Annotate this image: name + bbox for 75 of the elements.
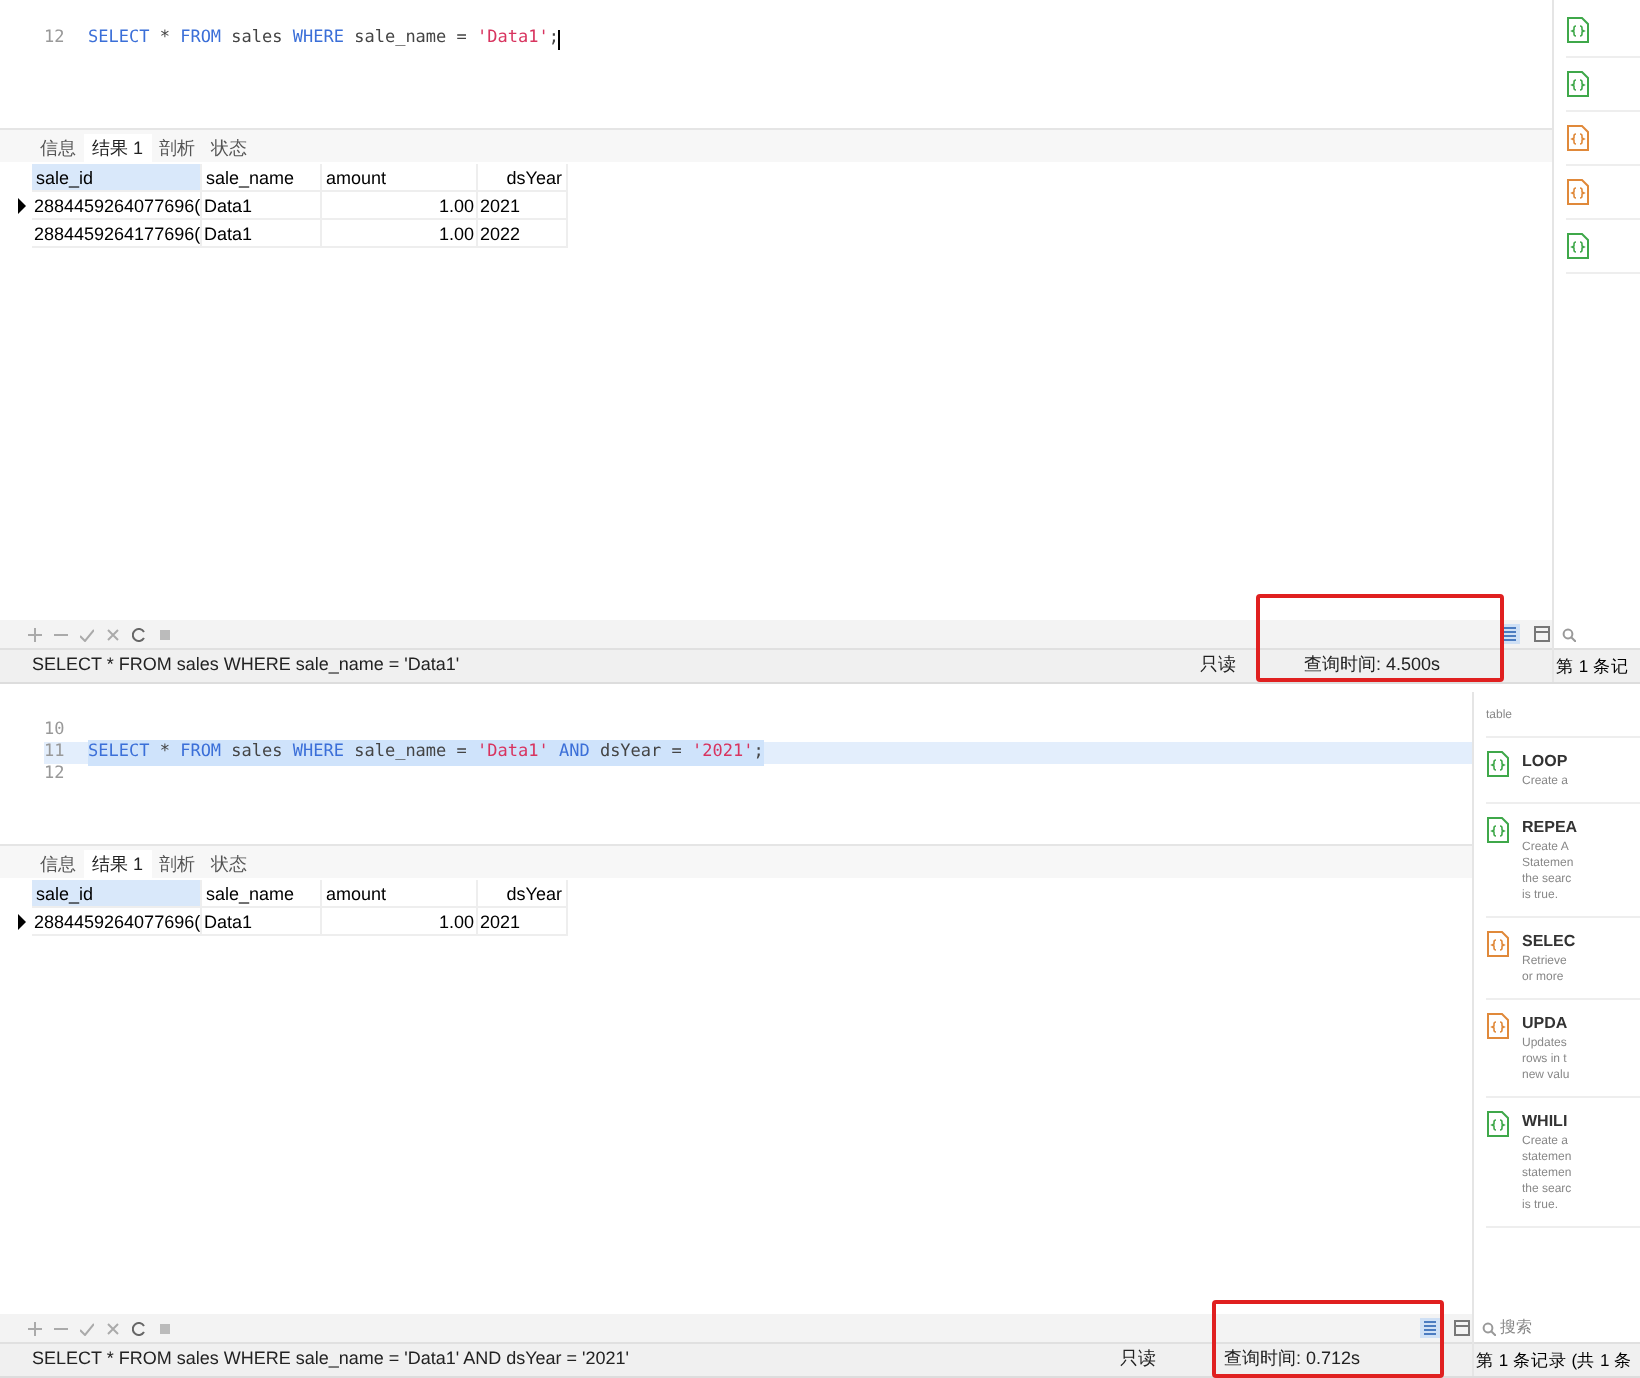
readonly-status: 只读 <box>1120 1346 1158 1373</box>
table-cell: 2021 <box>478 908 568 936</box>
line-number: 10 <box>44 718 67 743</box>
column-header[interactable]: amount <box>322 164 478 192</box>
column-header[interactable]: sale_id <box>32 164 202 192</box>
result-tab[interactable]: 状态 <box>203 850 256 878</box>
table-cell: 2884459264177696( <box>32 220 202 248</box>
check-icon[interactable] <box>80 1321 94 1335</box>
column-header[interactable]: dsYear <box>478 164 568 192</box>
snippet-icon <box>1566 70 1590 98</box>
refresh-icon[interactable] <box>132 627 146 641</box>
stop-icon[interactable] <box>158 627 172 641</box>
result-tab[interactable]: 剖析 <box>151 850 204 878</box>
line-number: 12 <box>44 26 67 52</box>
row-pointer-icon <box>18 198 26 214</box>
record-count: 第 1 条记 <box>1554 653 1629 679</box>
record-count: 第 1 条记录 (共 1 条 <box>1474 1347 1633 1373</box>
table-cell: 2884459264077696( <box>32 192 202 220</box>
snippet-icon <box>1486 930 1510 958</box>
snippet-title[interactable]: SELEC <box>1522 930 1576 954</box>
snippet-title[interactable]: WHILI <box>1522 1110 1572 1134</box>
add-icon[interactable] <box>28 1321 42 1335</box>
add-icon[interactable] <box>28 627 42 641</box>
check-icon[interactable] <box>80 627 94 641</box>
snippet-title[interactable]: LOOP <box>1522 750 1569 774</box>
table-cell: Data1 <box>202 908 322 936</box>
column-header[interactable]: amount <box>322 880 478 908</box>
table-cell: 2022 <box>478 220 568 248</box>
snippet-icon <box>1486 1110 1510 1138</box>
column-header[interactable]: sale_id <box>32 880 202 908</box>
refresh-icon[interactable] <box>132 1321 146 1335</box>
search-icon[interactable] <box>1482 1321 1496 1335</box>
table-cell: Data1 <box>202 220 322 248</box>
snippet-icon <box>1486 816 1510 844</box>
status-sql: SELECT * FROM sales WHERE sale_name = 'Data1' AND dsYear = '2021' <box>32 1346 632 1373</box>
table-cell: 1.00 <box>322 908 478 936</box>
table-cell: 2884459264077696( <box>32 908 202 936</box>
search-icon[interactable] <box>1562 627 1576 641</box>
snippet-icon <box>1566 232 1590 260</box>
form-view-icon[interactable] <box>1532 624 1552 644</box>
search-field[interactable]: 搜索 <box>1500 1316 1580 1340</box>
result-tab[interactable]: 信息 <box>32 850 84 878</box>
snippet-icon <box>1566 178 1590 206</box>
grid-view-icon[interactable] <box>1420 1318 1440 1338</box>
readonly-status: 只读 <box>1200 652 1238 679</box>
status-sql: SELECT * FROM sales WHERE sale_name = 'Data1' <box>32 652 462 679</box>
row-pointer-icon <box>18 914 26 930</box>
line-number: 11 <box>44 740 67 765</box>
table-cell: 2021 <box>478 192 568 220</box>
query-time: 查询时间: 4.500s <box>1304 652 1443 679</box>
query-time: 查询时间: 0.712s <box>1224 1346 1363 1373</box>
stop-icon[interactable] <box>158 1321 172 1335</box>
snippet-icon <box>1566 16 1590 44</box>
snippet-icon <box>1486 1012 1510 1040</box>
close-icon[interactable] <box>106 1321 120 1335</box>
result-tab[interactable]: 状态 <box>203 134 256 162</box>
snippet-title[interactable]: UPDA <box>1522 1012 1570 1036</box>
code-line: SELECT * FROM sales WHERE sale_name = 'Data1'; <box>88 26 559 52</box>
table-cell: 1.00 <box>322 192 478 220</box>
table-cell: Data1 <box>202 192 322 220</box>
result-tab[interactable]: 结果 1 <box>84 850 152 878</box>
table-cell: 1.00 <box>322 220 478 248</box>
close-icon[interactable] <box>106 627 120 641</box>
text-cursor <box>558 29 561 49</box>
snippet-icon <box>1486 750 1510 778</box>
column-header[interactable]: sale_name <box>202 164 322 192</box>
column-header[interactable]: sale_name <box>202 880 322 908</box>
form-view-icon[interactable] <box>1452 1318 1472 1338</box>
column-header[interactable]: dsYear <box>478 880 568 908</box>
snippet-icon <box>1566 124 1590 152</box>
result-tab[interactable]: 信息 <box>32 134 84 162</box>
line-number: 12 <box>44 762 67 788</box>
snippet-title[interactable]: REPEA <box>1522 816 1578 840</box>
result-tab[interactable]: 结果 1 <box>84 134 152 162</box>
result-tab[interactable]: 剖析 <box>151 134 204 162</box>
